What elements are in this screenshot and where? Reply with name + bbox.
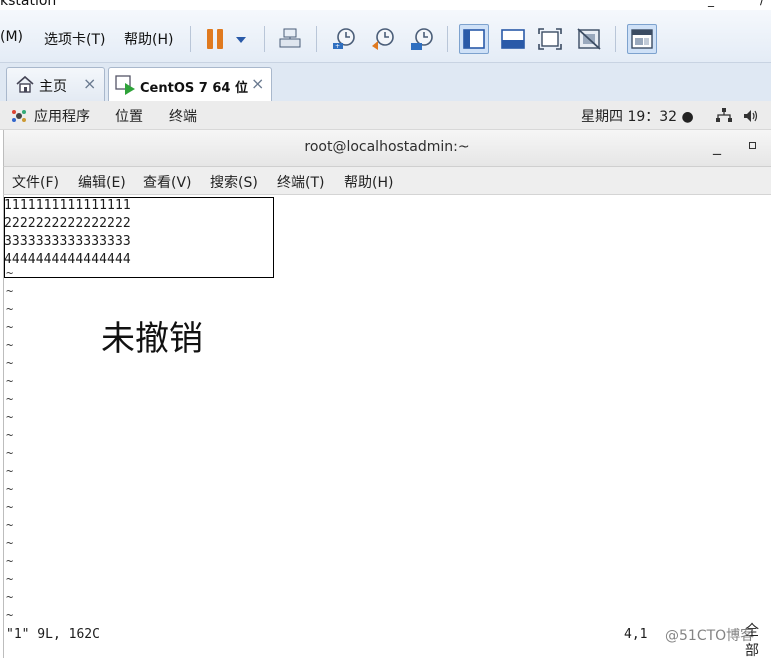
guest-screen: 应用程序 位置 终端 星期四 19：32 ● root@localhostadm… — [0, 101, 771, 659]
empty-line-tilde: ~ — [6, 482, 14, 496]
fullscreen-bar-icon[interactable] — [498, 24, 528, 54]
text-line: 3333333333333333 — [4, 234, 131, 249]
vm-running-icon — [115, 75, 137, 99]
unity-icon[interactable] — [574, 24, 604, 54]
applications-menu-icon — [11, 108, 27, 127]
pause-icon[interactable] — [207, 29, 227, 53]
annotation-label: 未撤销 — [101, 319, 203, 359]
empty-line-tilde: ~ — [6, 356, 14, 370]
vim-cursor-position: 4,1 — [624, 627, 648, 642]
close-icon[interactable]: × — [251, 74, 264, 93]
empty-line-tilde: ~ — [6, 446, 14, 460]
menu-help[interactable]: 帮助(H) — [124, 29, 173, 49]
text-line: 1111111111111111 — [4, 198, 131, 213]
terminal-title: root@localhostadmin:~ — [304, 139, 470, 155]
toolbar-separator — [615, 26, 616, 52]
empty-line-tilde: ~ — [6, 590, 14, 604]
empty-line-tilde: ~ — [6, 392, 14, 406]
empty-line-tilde: ~ — [6, 338, 14, 352]
empty-line-tilde: ~ — [6, 572, 14, 586]
empty-line-tilde: ~ — [6, 464, 14, 478]
empty-line-tilde: ~ — [6, 608, 14, 622]
terminal-app-menu[interactable]: 终端 — [169, 106, 197, 126]
places-menu[interactable]: 位置 — [115, 106, 143, 126]
tab-centos-label: CentOS 7 64 位 — [140, 81, 248, 96]
close-window-button[interactable]: / — [760, 0, 764, 7]
watermark: @51CTO博客 — [665, 628, 755, 644]
fit-window-icon[interactable] — [535, 24, 565, 54]
empty-line-tilde: ~ — [6, 500, 14, 514]
menu-edit[interactable]: 编辑(E) — [78, 172, 126, 192]
menu-search[interactable]: 搜索(S) — [210, 172, 258, 192]
tab-centos-vm[interactable]: CentOS 7 64 位 × — [108, 67, 272, 102]
empty-line-tilde: ~ — [6, 410, 14, 424]
window-title: kstation — [0, 0, 57, 9]
empty-line-tilde: ~ — [6, 374, 14, 388]
terminal-content[interactable]: 1111111111111111 2222222222222222 333333… — [3, 195, 771, 659]
empty-line-tilde: ~ — [6, 320, 14, 334]
terminal-menubar: 文件(F) 编辑(E) 查看(V) 搜索(S) 终端(T) 帮助(H) — [3, 167, 771, 195]
menu-tabs[interactable]: 选项卡(T) — [44, 29, 105, 49]
minimize-window-button[interactable]: _ — [708, 0, 714, 7]
empty-line-tilde: ~ — [6, 554, 14, 568]
empty-line-tilde: ~ — [6, 302, 14, 316]
empty-line-tilde: ~ — [6, 284, 14, 298]
panel-clock[interactable]: 星期四 19：32 ● — [581, 106, 694, 126]
snapshot-manager-icon[interactable] — [407, 24, 437, 54]
gnome-top-panel: 应用程序 位置 终端 星期四 19：32 ● — [0, 101, 771, 130]
maximize-button[interactable] — [749, 142, 756, 149]
menu-vm[interactable]: (M) — [0, 29, 23, 45]
home-icon — [15, 75, 35, 97]
toolbar-separator — [447, 26, 448, 52]
applications-menu[interactable]: 应用程序 — [34, 106, 90, 126]
dropdown-arrow-icon[interactable] — [236, 37, 246, 43]
toolbar-separator — [190, 26, 191, 52]
text-line: 2222222222222222 — [4, 216, 131, 231]
menu-view[interactable]: 查看(V) — [143, 172, 192, 192]
snapshot-revert-icon[interactable] — [368, 24, 398, 54]
terminal-titlebar: root@localhostadmin:~ _ — [3, 130, 771, 167]
vm-tab-strip: 主页 × CentOS 7 64 位 × — [0, 63, 771, 102]
empty-line-tilde: ~ — [6, 536, 14, 550]
text-line: 4444444444444444 — [4, 252, 131, 267]
empty-line-tilde: ~ — [6, 266, 14, 280]
window-titlebar: kstation _ / — [0, 0, 771, 10]
vmware-toolbar: (M) 选项卡(T) 帮助(H) + — [0, 10, 771, 63]
network-icon[interactable] — [716, 108, 732, 127]
close-icon[interactable]: × — [83, 74, 96, 93]
toolbar-separator — [316, 26, 317, 52]
snapshot-take-icon[interactable]: + — [329, 24, 359, 54]
console-view-icon[interactable] — [459, 24, 489, 54]
send-ctrl-alt-del-icon[interactable] — [275, 24, 305, 54]
volume-icon[interactable] — [743, 108, 759, 127]
empty-line-tilde: ~ — [6, 518, 14, 532]
menu-file[interactable]: 文件(F) — [12, 172, 59, 192]
tab-home[interactable]: 主页 × — [6, 67, 105, 101]
menu-terminal[interactable]: 终端(T) — [277, 172, 324, 192]
vim-status-left: "1" 9L, 162C — [6, 627, 100, 642]
tab-home-label: 主页 — [39, 79, 67, 95]
menu-help[interactable]: 帮助(H) — [344, 172, 393, 192]
svg-text:+: + — [335, 43, 340, 50]
toolbar-separator — [264, 26, 265, 52]
thumbnail-view-icon[interactable] — [627, 24, 657, 54]
empty-line-tilde: ~ — [6, 428, 14, 442]
minimize-button[interactable]: _ — [713, 136, 721, 155]
